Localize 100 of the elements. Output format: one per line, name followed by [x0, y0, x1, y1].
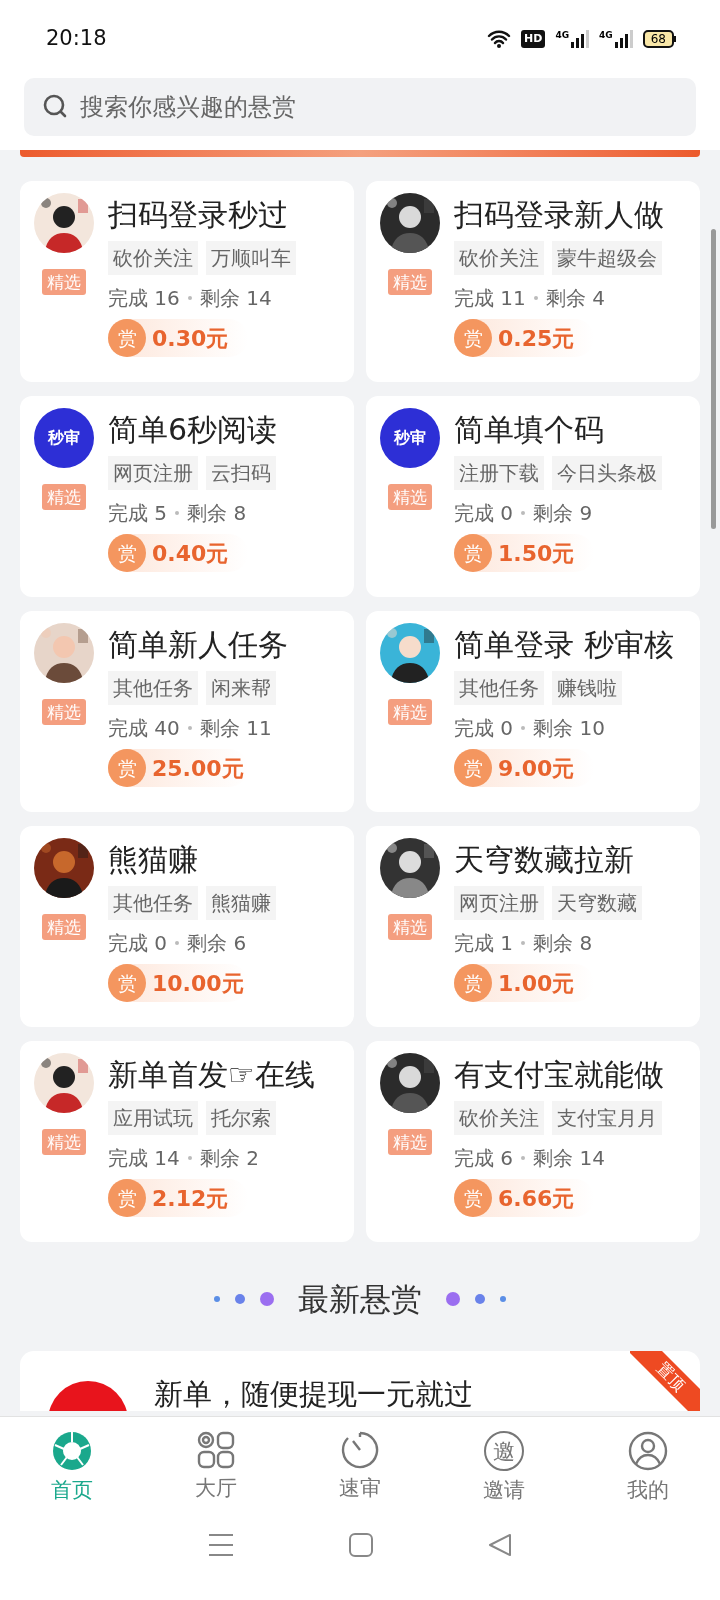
reward-icon: 赏	[108, 964, 146, 1002]
task-card[interactable]: 精选 天穹数藏拉新 网页注册 天穹数藏 完成 1 剩余 8 赏 1.00元	[366, 826, 700, 1027]
completed-count: 完成 1	[454, 930, 514, 957]
task-tag: 闲来帮	[206, 671, 276, 705]
menu-icon[interactable]	[207, 1532, 234, 1557]
featured-badge: 精选	[388, 914, 432, 940]
task-tag: 网页注册	[108, 456, 198, 490]
task-tag: 今日头条极	[552, 456, 662, 490]
task-tag: 应用试玩	[108, 1101, 198, 1135]
reward-icon: 赏	[454, 1179, 492, 1217]
reward-amount: 2.12元	[152, 1184, 229, 1213]
task-tag: 赚钱啦	[552, 671, 622, 705]
dots-icon	[212, 1292, 276, 1307]
task-card[interactable]: 精选 熊猫赚 其他任务 熊猫赚 完成 0 剩余 6 赏 10.00元	[20, 826, 354, 1027]
featured-badge: 精选	[388, 1129, 432, 1155]
featured-badge: 精选	[42, 914, 86, 940]
remaining-count: 剩余 4	[545, 285, 605, 312]
remaining-count: 剩余 14	[199, 285, 272, 312]
remaining-count: 剩余 9	[533, 500, 593, 527]
task-title: 简单登录 秒审核	[454, 626, 674, 664]
completed-count: 完成 0	[454, 715, 514, 742]
nav-tab[interactable]: 邀 邀请	[432, 1431, 576, 1507]
back-icon[interactable]	[488, 1532, 513, 1557]
completed-count: 完成 0	[108, 930, 168, 957]
search-field[interactable]: 搜索你感兴趣的悬赏	[24, 78, 696, 136]
task-title: 扫码登录秒过	[108, 196, 289, 234]
reward-icon: 赏	[108, 534, 146, 572]
hd-indicator: HD	[521, 30, 546, 48]
reward-icon: 赏	[454, 534, 492, 572]
remaining-count: 剩余 6	[187, 930, 247, 957]
reward-icon: 赏	[454, 964, 492, 1002]
featured-badge: 精选	[388, 699, 432, 725]
remaining-count: 剩余 11	[199, 715, 272, 742]
task-title: 天穹数藏拉新	[454, 841, 635, 879]
task-title: 新单首发☞在线	[108, 1056, 315, 1094]
home-button-icon[interactable]	[349, 1532, 373, 1557]
task-tag: 熊猫赚	[206, 886, 276, 920]
featured-badge: 精选	[42, 1129, 86, 1155]
avatar: 秒审	[34, 408, 94, 468]
remaining-count: 剩余 10	[533, 715, 605, 742]
reward-icon: 赏	[108, 749, 146, 787]
task-card[interactable]: 新单，随便提现一元就过 置顶	[20, 1350, 700, 1411]
featured-badge: 精选	[42, 699, 86, 725]
reward-amount: 9.00元	[498, 754, 575, 783]
reward-amount: 25.00元	[152, 754, 244, 783]
task-card[interactable]: 精选 扫码登录新人做 砍价关注 蒙牛超级会 完成 11 剩余 4 赏 0.25元	[366, 181, 700, 382]
task-tag: 网页注册	[454, 886, 544, 920]
pinned-ribbon: 置顶	[630, 1350, 700, 1411]
task-card[interactable]: 精选 有支付宝就能做 砍价关注 支付宝月月 完成 6 剩余 14 赏 6.66元	[366, 1041, 700, 1242]
user-icon	[628, 1431, 668, 1471]
task-card[interactable]: 精选 新单首发☞在线 应用试玩 托尔索 完成 14 剩余 2 赏 2.12元	[20, 1041, 354, 1242]
task-tag: 其他任务	[454, 671, 544, 705]
clock: 20:18	[46, 25, 107, 53]
task-tag: 云扫码	[206, 456, 276, 490]
dots-icon	[444, 1292, 508, 1307]
task-title: 简单新人任务	[108, 626, 288, 664]
task-tag: 注册下载	[454, 456, 544, 490]
timer-icon	[341, 1431, 379, 1469]
task-card[interactable]: 秒审 精选 简单填个码 注册下载 今日头条极 完成 0 剩余 9 赏 1.50元	[366, 396, 700, 597]
task-card[interactable]: 精选 扫码登录秒过 砍价关注 万顺叫车 完成 16 剩余 14 赏 0.30元	[20, 181, 354, 382]
task-tag: 万顺叫车	[206, 241, 296, 275]
task-tag: 其他任务	[108, 671, 198, 705]
completed-count: 完成 16	[108, 285, 180, 312]
task-tag: 砍价关注	[454, 1101, 544, 1135]
featured-badge: 精选	[42, 484, 86, 510]
reward-amount: 10.00元	[152, 969, 244, 998]
remaining-count: 剩余 8	[533, 930, 593, 957]
remaining-count: 剩余 8	[187, 500, 247, 527]
wifi-icon	[487, 29, 512, 49]
task-card[interactable]: 精选 简单登录 秒审核 其他任务 赚钱啦 完成 0 剩余 10 赏 9.00元	[366, 611, 700, 812]
task-title: 简单6秒阅读	[108, 411, 278, 449]
avatar: 秒审	[380, 408, 440, 468]
task-card[interactable]: 精选 简单新人任务 其他任务 闲来帮 完成 40 剩余 11 赏 25.00元	[20, 611, 354, 812]
task-title: 扫码登录新人做	[454, 196, 664, 234]
nav-tab[interactable]: 我的	[576, 1431, 720, 1507]
completed-count: 完成 6	[454, 1145, 514, 1172]
completed-count: 完成 11	[454, 285, 526, 312]
section-title: 最新悬赏	[297, 1280, 423, 1319]
invite-icon: 邀	[484, 1431, 524, 1471]
reward-amount: 1.50元	[498, 539, 575, 568]
reward-icon: 赏	[108, 319, 146, 357]
task-card[interactable]: 秒审 精选 简单6秒阅读 网页注册 云扫码 完成 5 剩余 8 赏 0.40元	[20, 396, 354, 597]
nav-tab[interactable]: 速审	[288, 1431, 432, 1507]
nav-tab[interactable]: 大厅	[144, 1431, 288, 1507]
completed-count: 完成 5	[108, 500, 168, 527]
reward-amount: 6.66元	[498, 1184, 575, 1213]
featured-badge: 精选	[42, 269, 86, 295]
reward-icon: 赏	[108, 1179, 146, 1217]
completed-count: 完成 0	[454, 500, 514, 527]
reward-amount: 1.00元	[498, 969, 575, 998]
reward-amount: 0.30元	[152, 324, 229, 353]
task-title: 新单，随便提现一元就过	[154, 1378, 473, 1409]
featured-badge: 精选	[388, 269, 432, 295]
aperture-icon	[52, 1431, 92, 1471]
task-tag: 支付宝月月	[552, 1101, 662, 1135]
task-tag: 其他任务	[108, 886, 198, 920]
completed-count: 完成 40	[108, 715, 180, 742]
avatar-icon	[46, 1378, 130, 1411]
task-tag: 砍价关注	[454, 241, 544, 275]
task-tag: 天穹数藏	[552, 886, 642, 920]
